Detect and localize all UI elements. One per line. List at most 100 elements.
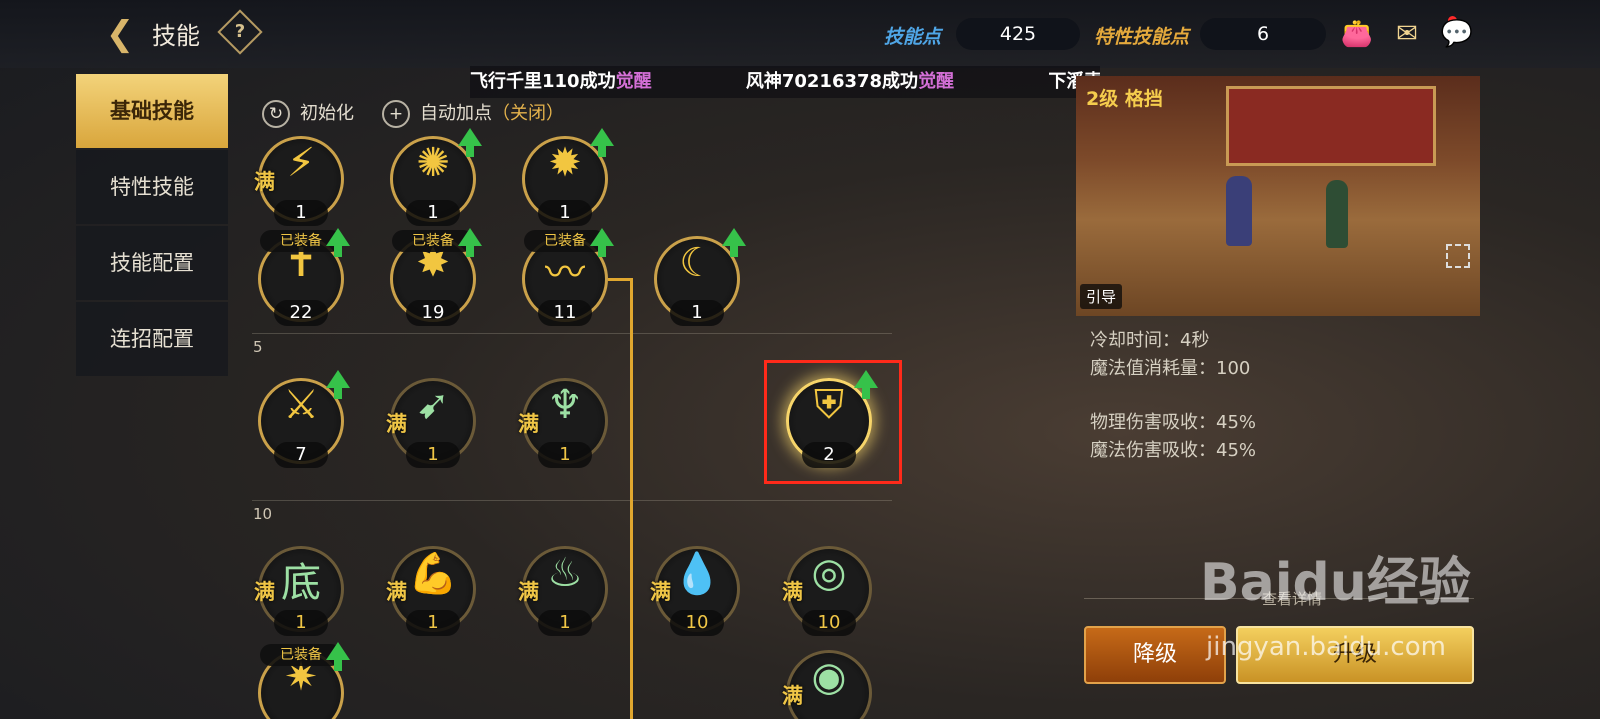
ticker-awaken: 觉醒 — [615, 71, 652, 92]
skill-level: 11 — [538, 300, 592, 326]
trait-points-value: 6 — [1200, 18, 1326, 50]
skill-slot[interactable]: ✹ 1 — [522, 128, 614, 226]
opponent-figure — [1326, 180, 1348, 248]
skill-slot[interactable]: 💧 满 10 — [650, 546, 740, 636]
whirl-icon: ✺ — [416, 140, 450, 186]
full-mark: 满 — [386, 412, 407, 436]
arena-stage — [1226, 86, 1436, 166]
skill-level: 10 — [670, 610, 724, 636]
upgrade-arrow-icon — [326, 642, 350, 671]
cooldown-stat: 冷却时间：4秒 — [1090, 330, 1210, 351]
skill-slot[interactable]: ♨ 满 1 — [518, 546, 608, 636]
full-mark: 满 — [782, 684, 803, 708]
chat-icon[interactable]: 💬 — [1440, 18, 1474, 50]
skill-slot[interactable]: ☾ 1 — [654, 228, 746, 326]
skill-slot[interactable]: 〰 已装备 11 — [522, 228, 614, 326]
top-bar: ❮ 技能 ? 技能点 425 特性技能点 6 👛 ✉ 💬 — [0, 0, 1600, 68]
auto-assign-label: 自动加点 — [420, 103, 492, 124]
upgrade-arrow-icon — [590, 128, 614, 157]
reset-label: 初始化 — [300, 103, 354, 124]
skill-level: 1 — [406, 200, 460, 226]
skill-level: 10 — [802, 610, 856, 636]
skill-level: 1 — [538, 610, 592, 636]
full-mark: 满 — [254, 170, 275, 194]
winged-sword-icon: ⚔ — [283, 382, 319, 428]
reset-button[interactable]: ↻ 初始化 — [262, 100, 354, 128]
full-mark: 满 — [782, 580, 803, 604]
skill-slot[interactable]: ✺ 1 — [390, 128, 482, 226]
ticker-awaken: 觉醒 — [918, 71, 955, 92]
tier-label-5: 5 — [253, 338, 263, 356]
skill-points-value: 425 — [956, 18, 1080, 50]
upgrade-arrow-icon — [458, 128, 482, 157]
mana-cost-stat: 魔法值消耗量：100 — [1090, 358, 1251, 379]
bag-icon[interactable]: 👛 — [1340, 18, 1374, 50]
skill-slot[interactable]: ✝ 已装备 22 — [258, 228, 350, 326]
skill-slot[interactable]: ⚡ 满 1 — [254, 136, 344, 226]
skill-level: 7 — [274, 442, 328, 468]
skill-level: 1 — [670, 300, 724, 326]
auto-assign-button[interactable]: + 自动加点（关闭） — [382, 100, 564, 128]
full-mark: 满 — [254, 580, 275, 604]
skill-slot[interactable]: ✷ 已装备 — [258, 642, 350, 719]
full-mark: 满 — [650, 580, 671, 604]
skill-slot[interactable]: ➹ 满 1 — [386, 378, 476, 468]
skill-points-label: 技能点 — [884, 26, 942, 48]
downgrade-button[interactable]: 降级 — [1084, 626, 1226, 684]
tab-basic-skills[interactable]: 基础技能 — [76, 74, 228, 148]
upgrade-arrow-icon — [590, 228, 614, 257]
skill-level: 1 — [274, 200, 328, 226]
skill-level: 22 — [274, 300, 328, 326]
physical-absorb-stat: 物理伤害吸收：45% — [1090, 412, 1257, 433]
tier-label-10: 10 — [253, 505, 273, 523]
magic-absorb-stat: 魔法伤害吸收：45% — [1090, 440, 1257, 461]
skill-slot[interactable]: ◎ 满 10 — [782, 546, 872, 636]
skill-connector — [630, 280, 633, 719]
announcement-ticker: 飞行千里110成功觉醒 风神70216378成功觉醒 下潘索面成功 — [470, 66, 1100, 98]
full-mark: 满 — [386, 580, 407, 604]
mail-icon[interactable]: ✉ — [1390, 18, 1424, 50]
fighter-figure — [1226, 176, 1252, 246]
upgrade-arrow-icon — [326, 228, 350, 257]
upgrade-arrow-icon — [326, 370, 350, 399]
skill-level: 1 — [538, 200, 592, 226]
skill-level: 1 — [406, 610, 460, 636]
skill-level: 1 — [406, 442, 460, 468]
skill-level: 1 — [538, 442, 592, 468]
auto-assign-state: （关闭） — [492, 103, 564, 124]
selection-highlight — [764, 360, 902, 484]
auto-plus-icon: + — [382, 100, 410, 128]
tab-trait-skills[interactable]: 特性技能 — [76, 150, 228, 224]
skill-preview: 2级 格挡 引导 — [1076, 76, 1480, 316]
watermark-logo: Baidu经验 — [1200, 553, 1471, 613]
skill-slot[interactable]: 💪 满 1 — [386, 546, 476, 636]
tab-skill-config[interactable]: 技能配置 — [76, 226, 228, 300]
upgrade-arrow-icon — [722, 228, 746, 257]
fullscreen-icon[interactable] — [1446, 244, 1470, 268]
help-icon[interactable]: ? — [217, 9, 263, 55]
skill-level: 19 — [406, 300, 460, 326]
back-arrow-icon[interactable]: ❮ — [100, 14, 140, 54]
full-mark: 满 — [518, 580, 539, 604]
refresh-icon: ↻ — [262, 100, 290, 128]
crescent-icon: ☾ — [679, 240, 715, 286]
sidebar: 基础技能 特性技能 技能配置 连招配置 — [76, 74, 228, 378]
page-title: 技能 — [152, 22, 200, 50]
skill-slot[interactable]: ♆ 满 1 — [518, 378, 608, 468]
full-mark: 满 — [518, 412, 539, 436]
upgrade-arrow-icon — [458, 228, 482, 257]
tier-divider — [252, 500, 892, 501]
ticker-message: 飞行千里110成功 — [470, 71, 616, 92]
skill-slot[interactable]: ✸ 已装备 19 — [390, 228, 482, 326]
skill-slot[interactable]: 底 满 1 — [254, 546, 344, 636]
trait-points-label: 特性技能点 — [1094, 26, 1190, 48]
help-icon-label: ? — [234, 21, 246, 42]
skill-slot[interactable]: ◉ 满 — [782, 650, 872, 719]
skill-slot[interactable]: ⚔ 7 — [258, 370, 350, 468]
tab-combo-config[interactable]: 连招配置 — [76, 302, 228, 376]
tier-divider — [252, 333, 892, 334]
ticker-message: 风神70216378成功 — [745, 71, 919, 92]
guide-badge[interactable]: 引导 — [1080, 284, 1123, 309]
skill-title: 2级 格挡 — [1086, 88, 1163, 110]
watermark-url: jingyan.baidu.com — [1206, 632, 1446, 662]
